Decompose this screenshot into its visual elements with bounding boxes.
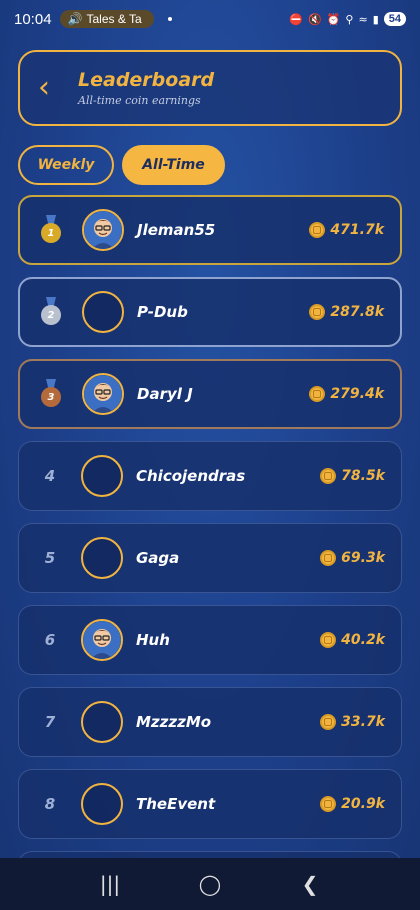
player-name: Gaga: [136, 549, 180, 567]
coin-total: 287.8k: [309, 304, 384, 320]
coin-value: 33.7k: [341, 714, 385, 730]
avatar-empty: [81, 537, 123, 579]
avatar: [81, 619, 123, 661]
leaderboard-row[interactable]: 3 Daryl J 279.4k: [18, 359, 402, 429]
leaderboard-row[interactable]: 8 TheEvent 20.9k: [18, 769, 402, 839]
tab-weekly[interactable]: Weekly: [18, 145, 114, 185]
page-title: Leaderboard: [78, 69, 215, 91]
coin-value: 279.4k: [330, 386, 384, 402]
medal-icon: 3: [41, 379, 61, 407]
coin-icon: [320, 632, 337, 648]
coin-total: 40.2k: [320, 632, 385, 648]
leaderboard-row[interactable]: 4 Chicojendras 78.5k: [18, 441, 402, 511]
notification-dot: [167, 17, 172, 21]
player-name: P-Dub: [137, 303, 188, 321]
coin-total: 471.7k: [309, 222, 384, 238]
alarm-icon: ⏰: [326, 12, 341, 26]
back-icon[interactable]: ❮: [290, 872, 330, 896]
avatar: [82, 209, 124, 251]
medal-disc: 2: [41, 305, 61, 325]
leaderboard-row[interactable]: 5 Gaga 69.3k: [18, 523, 402, 593]
leaderboard-header: ‹ Leaderboard All-time coin earnings: [18, 50, 402, 126]
avatar: [82, 373, 124, 415]
speaker-icon: 🔊: [67, 12, 83, 26]
avatar-empty: [81, 783, 123, 825]
coin-total: 279.4k: [309, 386, 384, 402]
player-name: Daryl J: [137, 385, 193, 403]
status-time: 10:04: [14, 10, 52, 28]
coin-value: 20.9k: [341, 796, 385, 812]
dnd-icon: ⛔: [289, 12, 303, 26]
medal-disc: 1: [41, 223, 61, 243]
avatar-empty: [81, 701, 123, 743]
coin-icon: [309, 222, 326, 238]
leaderboard-list[interactable]: 1 Jleman55 471.7k 2 P-Dub 287.8k 3 Daryl J 279.4…: [18, 195, 402, 883]
coin-total: 33.7k: [320, 714, 385, 730]
coin-total: 78.5k: [320, 468, 385, 484]
player-name: MzzzzMo: [136, 713, 212, 731]
coin-value: 471.7k: [330, 222, 384, 238]
recent-apps-icon[interactable]: |||: [90, 872, 130, 896]
tab-all-time[interactable]: All-Time: [122, 145, 225, 185]
player-name: TheEvent: [136, 795, 216, 813]
leaderboard-row[interactable]: 7 MzzzzMo 33.7k: [18, 687, 402, 757]
rank-number: 5: [44, 549, 56, 567]
coin-value: 78.5k: [341, 468, 385, 484]
coin-total: 20.9k: [320, 796, 385, 812]
signal-icon: ▮: [372, 12, 379, 26]
header-text: Leaderboard All-time coin earnings: [78, 69, 214, 107]
battery-badge: 54: [383, 12, 406, 26]
gold-medal-icon: 1: [20, 215, 82, 245]
silver-medal-icon: 2: [20, 297, 82, 327]
period-tabs: Weekly All-Time: [18, 145, 225, 185]
android-nav-bar: ||| ◯ ❮: [0, 858, 420, 910]
coin-icon: [320, 550, 337, 566]
status-icons: ⛔ 🔇 ⏰ ⚲ ≈ ▮ 54: [289, 12, 406, 26]
rank-number: 4: [44, 467, 56, 485]
mute-icon: 🔇: [308, 12, 322, 26]
page-subtitle: All-time coin earnings: [78, 94, 201, 107]
rank-number: 6: [44, 631, 56, 649]
coin-icon: [320, 468, 337, 484]
home-icon[interactable]: ◯: [190, 872, 230, 896]
coin-value: 40.2k: [341, 632, 385, 648]
rank-number: 7: [44, 713, 56, 731]
leaderboard-row[interactable]: 6 Huh 40.2k: [18, 605, 402, 675]
media-pill[interactable]: 🔊 Tales & Ta: [59, 10, 154, 28]
coin-icon: [320, 714, 337, 730]
coin-icon: [309, 386, 326, 402]
coin-value: 69.3k: [341, 550, 385, 566]
coin-icon: [320, 796, 337, 812]
coin-value: 287.8k: [330, 304, 384, 320]
bronze-medal-icon: 3: [20, 379, 82, 409]
avatar-empty: [82, 291, 124, 333]
coin-total: 69.3k: [320, 550, 385, 566]
wifi-icon: ≈: [358, 12, 368, 26]
leaderboard-row[interactable]: 2 P-Dub 287.8k: [18, 277, 402, 347]
leaderboard-row[interactable]: 1 Jleman55 471.7k: [18, 195, 402, 265]
coin-icon: [309, 304, 326, 320]
medal-icon: 1: [41, 215, 61, 243]
status-bar: 10:04 🔊 Tales & Ta ⛔ 🔇 ⏰ ⚲ ≈ ▮ 54: [0, 0, 420, 38]
medal-disc: 3: [41, 387, 61, 407]
location-icon: ⚲: [345, 12, 354, 26]
player-name: Jleman55: [137, 221, 216, 239]
player-name: Chicojendras: [136, 467, 246, 485]
rank-number: 8: [44, 795, 56, 813]
avatar-empty: [81, 455, 123, 497]
media-label: Tales & Ta: [86, 12, 142, 26]
medal-icon: 2: [41, 297, 61, 325]
player-name: Huh: [136, 631, 170, 649]
back-chevron-icon[interactable]: ‹: [38, 73, 66, 103]
